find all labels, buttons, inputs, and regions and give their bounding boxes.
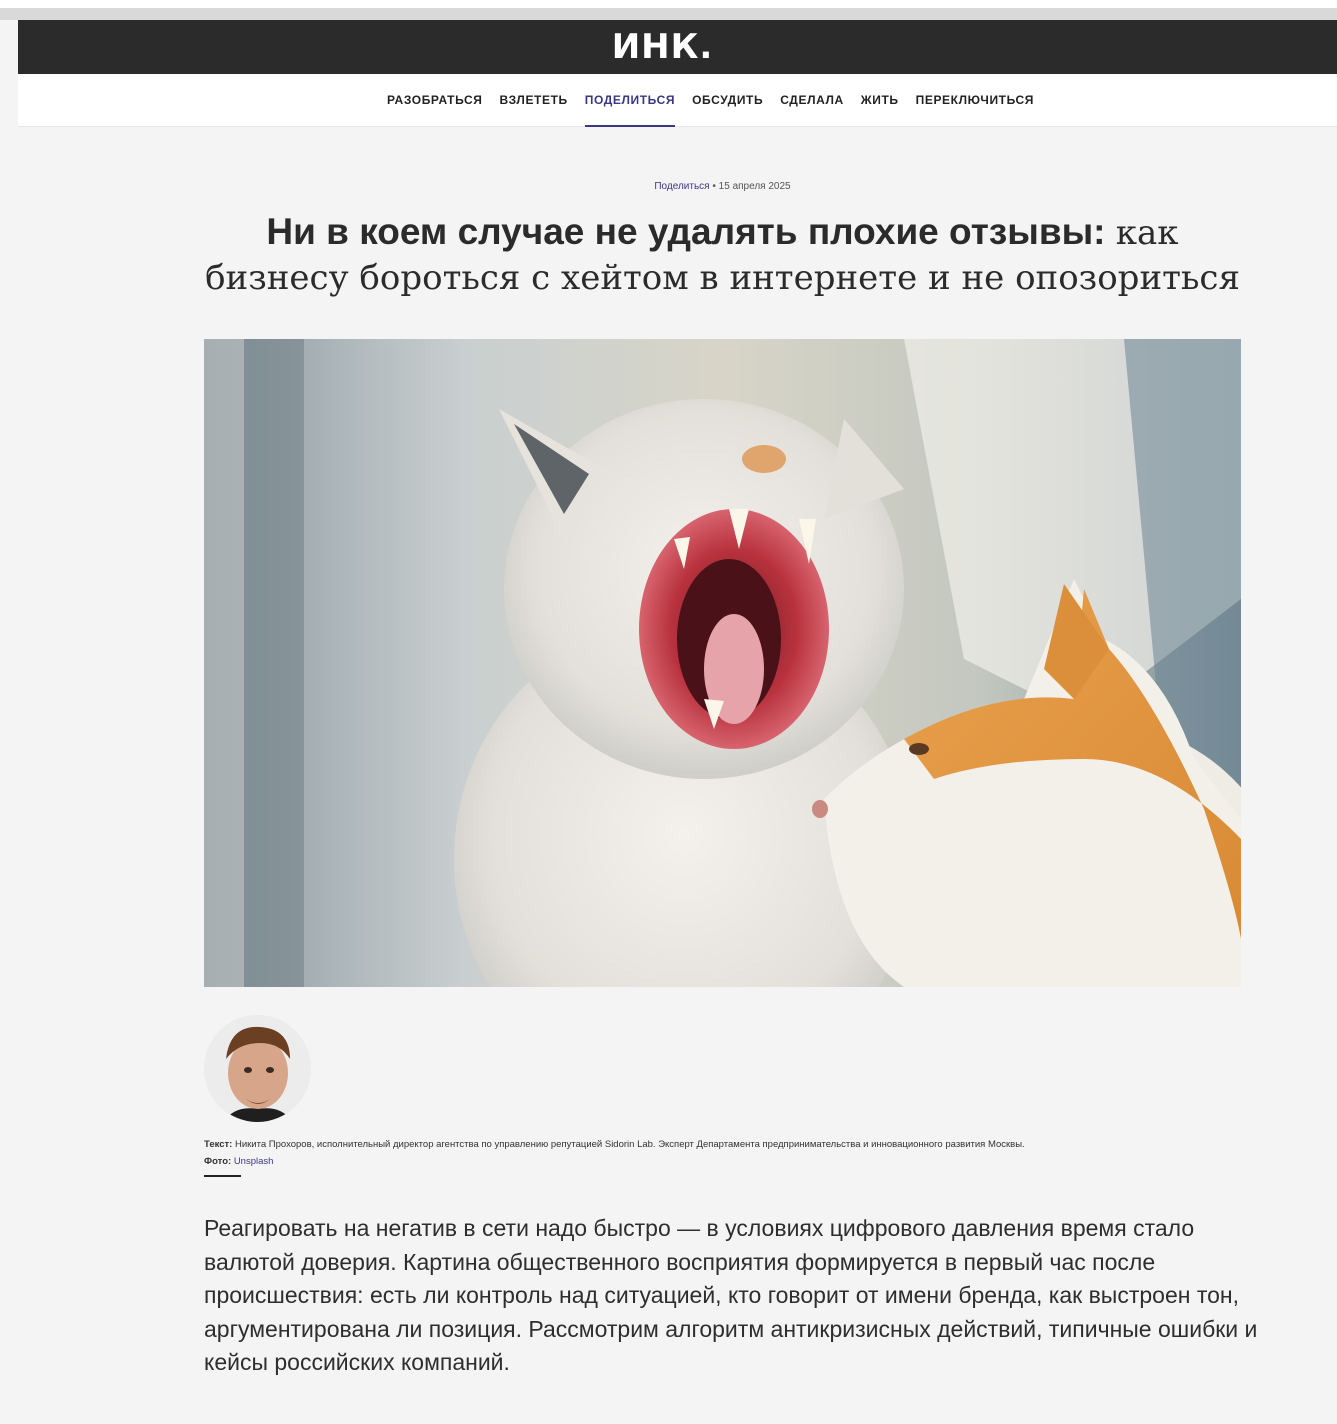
browser-gray-strip xyxy=(0,8,1337,20)
nav-item-sdelala[interactable]: СДЕЛАЛА xyxy=(780,74,844,127)
hero-image xyxy=(204,339,1241,987)
credit-text-label: Текст: xyxy=(204,1139,233,1150)
nav-item-pereklyuchitsya[interactable]: ПЕРЕКЛЮЧИТЬСЯ xyxy=(916,74,1034,127)
author-avatar[interactable] xyxy=(204,1015,311,1122)
nav-item-zhit[interactable]: ЖИТЬ xyxy=(861,74,899,127)
article-date: 15 апреля 2025 xyxy=(718,181,791,192)
article-title: Ни в коем случае не удалять плохие отзыв… xyxy=(200,210,1245,300)
browser-top-strip xyxy=(0,0,1337,8)
credit-text-line: Текст: Никита Прохоров, исполнительный д… xyxy=(204,1136,1254,1153)
article-meta: Поделиться • 15 апреля 2025 xyxy=(0,181,1337,192)
author-portrait xyxy=(204,1015,311,1122)
section-nav-list: РАЗОБРАТЬСЯ ВЗЛЕТЕТЬ ПОДЕЛИТЬСЯ ОБСУДИТЬ… xyxy=(387,74,1051,127)
hero-cats-illustration xyxy=(204,339,1241,987)
nav-item-razobratsya[interactable]: РАЗОБРАТЬСЯ xyxy=(387,74,483,127)
credit-photo-line: Фото: Unsplash xyxy=(204,1153,1254,1170)
article-category-link[interactable]: Поделиться xyxy=(654,181,709,192)
article-credits: Текст: Никита Прохоров, исполнительный д… xyxy=(204,1136,1254,1170)
nav-item-vzletet[interactable]: ВЗЛЕТЕТЬ xyxy=(500,74,568,127)
site-header: ИНК. xyxy=(18,20,1337,74)
site-logo[interactable]: ИНК. xyxy=(612,20,714,74)
credit-photo-link[interactable]: Unsplash xyxy=(234,1156,274,1167)
credit-photo-label: Фото: xyxy=(204,1156,232,1167)
credit-text-value: Никита Прохоров, исполнительный директор… xyxy=(234,1139,1025,1150)
nav-item-podelitsya[interactable]: ПОДЕЛИТЬСЯ xyxy=(584,74,676,127)
article-lead: Реагировать на негатив в сети надо быстр… xyxy=(204,1215,1258,1375)
meta-separator: • xyxy=(712,181,716,192)
credits-divider xyxy=(204,1175,241,1177)
nav-item-obsudit[interactable]: ОБСУДИТЬ xyxy=(692,74,763,127)
article-title-bold: Ни в коем случае не удалять плохие отзыв… xyxy=(266,211,1106,252)
section-nav: РАЗОБРАТЬСЯ ВЗЛЕТЕТЬ ПОДЕЛИТЬСЯ ОБСУДИТЬ… xyxy=(18,74,1337,127)
